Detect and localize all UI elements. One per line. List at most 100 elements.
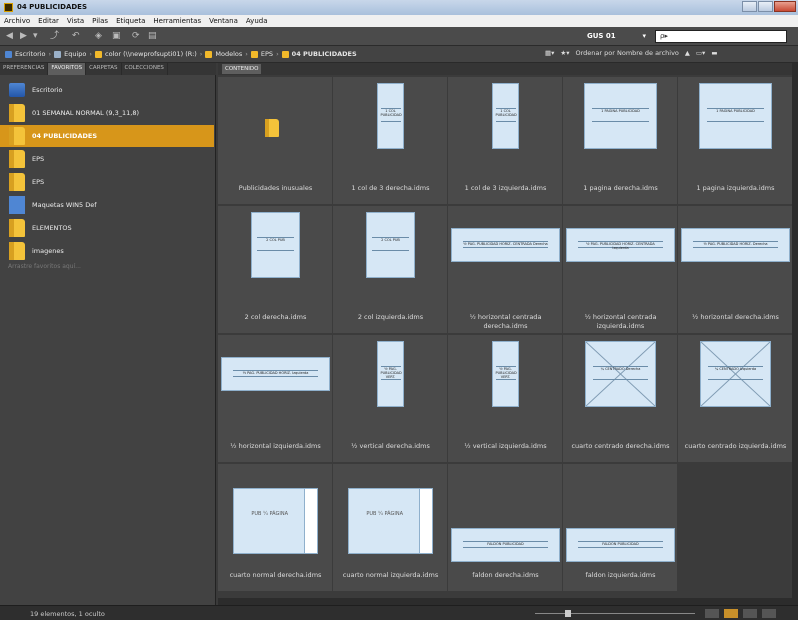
- camera-icon[interactable]: ◈: [95, 31, 102, 42]
- favorite-item[interactable]: Escritorio: [0, 79, 214, 101]
- file-thumbnail[interactable]: 1 PAGINA PUBLICIDAD 1 pagina izquierda.id…: [678, 77, 793, 205]
- file-thumbnail[interactable]: PUB ¼ PÁGINA cuarto normal derecha.idms: [218, 464, 333, 592]
- file-thumbnail[interactable]: 1 COL PUBLICIDAD 1 col de 3 izquierda.idm…: [448, 77, 563, 205]
- thumbnail-preview: ½ PAG. PUBLICIDAD HORIZ. CENTRADA Derech…: [448, 206, 563, 306]
- search-input[interactable]: ρ▸: [655, 30, 787, 43]
- back-icon[interactable]: ◀: [6, 31, 13, 42]
- minimize-button[interactable]: [742, 1, 757, 12]
- favorite-item[interactable]: 04 PUBLICIDADES: [0, 125, 214, 147]
- file-thumbnail[interactable]: ½ PAG. PUBLICIDAD VERT. ½ vertical izquie…: [448, 335, 563, 463]
- favorite-item[interactable]: EPS: [0, 148, 214, 170]
- breadcrumb-item[interactable]: Escritorio: [15, 50, 46, 58]
- folder-icon: [9, 150, 25, 168]
- menu-item[interactable]: Etiqueta: [116, 17, 145, 25]
- sort-direction-icon[interactable]: ▲: [685, 49, 690, 57]
- new-folder-icon[interactable]: ▭▾: [696, 49, 705, 57]
- return-icon[interactable]: ↶: [72, 31, 80, 42]
- tab-preferencias[interactable]: PREFERENCIAS: [0, 63, 49, 75]
- file-name: faldon derecha.idms: [472, 571, 539, 579]
- refine-icon[interactable]: ▣: [112, 31, 121, 42]
- file-thumbnail[interactable]: ½ PAG. PUBLICIDAD HORIZ. Izquierda ½ hori…: [218, 335, 333, 463]
- file-thumbnail[interactable]: 2 COL PUB 2 col derecha.idms: [218, 206, 333, 334]
- file-thumbnail[interactable]: FALDÓN PUBLICIDAD faldon izquierda.idms: [563, 464, 678, 592]
- title-bar: 04 PUBLICIDADES: [0, 0, 798, 15]
- folder-icon: [281, 50, 289, 58]
- file-name: 1 pagina derecha.idms: [583, 184, 658, 192]
- details-view-icon[interactable]: [743, 609, 757, 618]
- favorite-label: EPS: [32, 178, 45, 186]
- document-preview: ¼ CENTRADO Izquierda: [700, 341, 771, 407]
- favorite-label: imagenes: [32, 247, 64, 255]
- list-view-icon[interactable]: [762, 609, 776, 618]
- file-name: ½ horizontal centrada derecha.idms: [469, 313, 542, 330]
- breadcrumb-item[interactable]: color (\\newprofsupti01) (R:): [105, 50, 197, 58]
- breadcrumb-item[interactable]: Modelos: [215, 50, 242, 58]
- lock-grid-icon[interactable]: [705, 609, 719, 618]
- history-dropdown-icon[interactable]: ▾: [33, 31, 38, 42]
- file-thumbnail[interactable]: ¼ CENTRADO Izquierda cuarto centrado izqu…: [678, 335, 793, 463]
- menu-item[interactable]: Ayuda: [246, 17, 268, 25]
- thumbnail-size-slider[interactable]: [535, 613, 695, 614]
- breadcrumb-item[interactable]: EPS: [261, 50, 273, 58]
- breadcrumb-item[interactable]: Equipo: [64, 50, 86, 58]
- document-preview: ½ PAG. PUBLICIDAD HORIZ. Izquierda: [221, 357, 330, 391]
- favorite-item[interactable]: ELEMENTOS: [0, 217, 214, 239]
- file-thumbnail[interactable]: 1 PAGINA PUBLICIDAD 1 pagina derecha.idms: [563, 77, 678, 205]
- tab-carpetas[interactable]: CARPETAS: [86, 63, 122, 75]
- menu-item[interactable]: Archivo: [4, 17, 30, 25]
- delete-icon[interactable]: ▬: [711, 49, 717, 57]
- sort-label[interactable]: Ordenar por Nombre de archivo: [576, 49, 679, 57]
- close-button[interactable]: [774, 1, 796, 12]
- forward-icon[interactable]: ▶: [20, 31, 27, 42]
- folder-icon: [54, 50, 62, 58]
- thumbnail-view-icon[interactable]: [724, 609, 738, 618]
- tab-content[interactable]: CONTENIDO: [222, 64, 262, 74]
- file-thumbnail[interactable]: PUB ¼ PÁGINA cuarto normal izquierda.idms: [333, 464, 448, 592]
- desktop-icon: [9, 83, 25, 97]
- workspace-switcher[interactable]: GUS 01 ▾: [555, 30, 650, 43]
- thumbnail-preview: ½ PAG. PUBLICIDAD HORIZ. Izquierda: [218, 335, 333, 435]
- document-preview: ¼ CENTRADO Derecha: [585, 341, 656, 407]
- file-thumbnail[interactable]: Publicidades inusuales: [218, 77, 333, 205]
- file-thumbnail[interactable]: FALDÓN PUBLICIDAD faldon derecha.idms: [448, 464, 563, 592]
- tab-colecciones[interactable]: COLECCIONES: [122, 63, 168, 75]
- thumbnail-text: 1 COL PUBLICIDAD: [495, 108, 517, 123]
- maximize-button[interactable]: [758, 1, 773, 12]
- thumbnail-text: ½ PAG. PUBLICIDAD HORIZ. Derecha: [692, 241, 779, 249]
- output-icon[interactable]: ▤: [148, 31, 157, 42]
- file-thumbnail[interactable]: ½ PAG. PUBLICIDAD HORIZ. CENTRADA Derech…: [448, 206, 563, 334]
- menu-item[interactable]: Pilas: [92, 17, 108, 25]
- tab-favoritos[interactable]: FAVORITOS: [48, 63, 87, 75]
- chevron-right-icon: ›: [245, 50, 248, 58]
- menu-item[interactable]: Ventana: [209, 17, 238, 25]
- slider-handle[interactable]: [565, 610, 571, 617]
- document-preview: 2 COL PUB: [251, 212, 300, 278]
- file-thumbnail[interactable]: ½ PAG. PUBLICIDAD HORIZ. Derecha ½ horizo…: [678, 206, 793, 334]
- thumbnail-preview: ½ PAG. PUBLICIDAD HORIZ. CENTRADA Izquie…: [563, 206, 678, 306]
- document-preview: 2 COL PUB: [366, 212, 415, 278]
- go-parent-icon[interactable]: ⤴: [50, 31, 59, 42]
- file-thumbnail[interactable]: ½ PAG. PUBLICIDAD HORIZ. CENTRADA Izquie…: [563, 206, 678, 334]
- favorite-item[interactable]: imagenes: [0, 240, 214, 262]
- breadcrumb-item[interactable]: 04 PUBLICIDADES: [292, 50, 357, 58]
- horizontal-scrollbar[interactable]: [218, 598, 792, 605]
- menu-item[interactable]: Herramientas: [153, 17, 201, 25]
- vertical-scrollbar[interactable]: [792, 63, 798, 605]
- menu-item[interactable]: Editar: [38, 17, 59, 25]
- favorite-item[interactable]: Maquetas WIN5 Def: [0, 194, 214, 216]
- open-recent-icon[interactable]: ⟳: [132, 31, 140, 42]
- window-title: 04 PUBLICIDADES: [17, 3, 87, 11]
- filter-icon[interactable]: ▦▾: [545, 49, 554, 57]
- file-thumbnail[interactable]: ¼ CENTRADO Derecha cuarto centrado derech…: [563, 335, 678, 463]
- folder-icon: [205, 50, 213, 58]
- file-thumbnail[interactable]: 1 COL PUBLICIDAD 1 col de 3 derecha.idms: [333, 77, 448, 205]
- thumbnail-text: ½ PAG. PUBLICIDAD HORIZ. Izquierda: [232, 370, 319, 378]
- menu-item[interactable]: Vista: [67, 17, 84, 25]
- star-rating-icon[interactable]: ★▾: [560, 49, 569, 57]
- file-thumbnail[interactable]: 2 COL PUB 2 col izquierda.idms: [333, 206, 448, 334]
- thumbnail-preview: FALDÓN PUBLICIDAD: [448, 464, 563, 564]
- favorite-item[interactable]: EPS: [0, 171, 214, 193]
- document-preview: ½ PAG. PUBLICIDAD HORIZ. Derecha: [681, 228, 790, 262]
- file-thumbnail[interactable]: ½ PAG. PUBLICIDAD VERT. ½ vertical derech…: [333, 335, 448, 463]
- favorite-item[interactable]: 01 SEMANAL NORMAL (9,3_11,8): [0, 102, 214, 124]
